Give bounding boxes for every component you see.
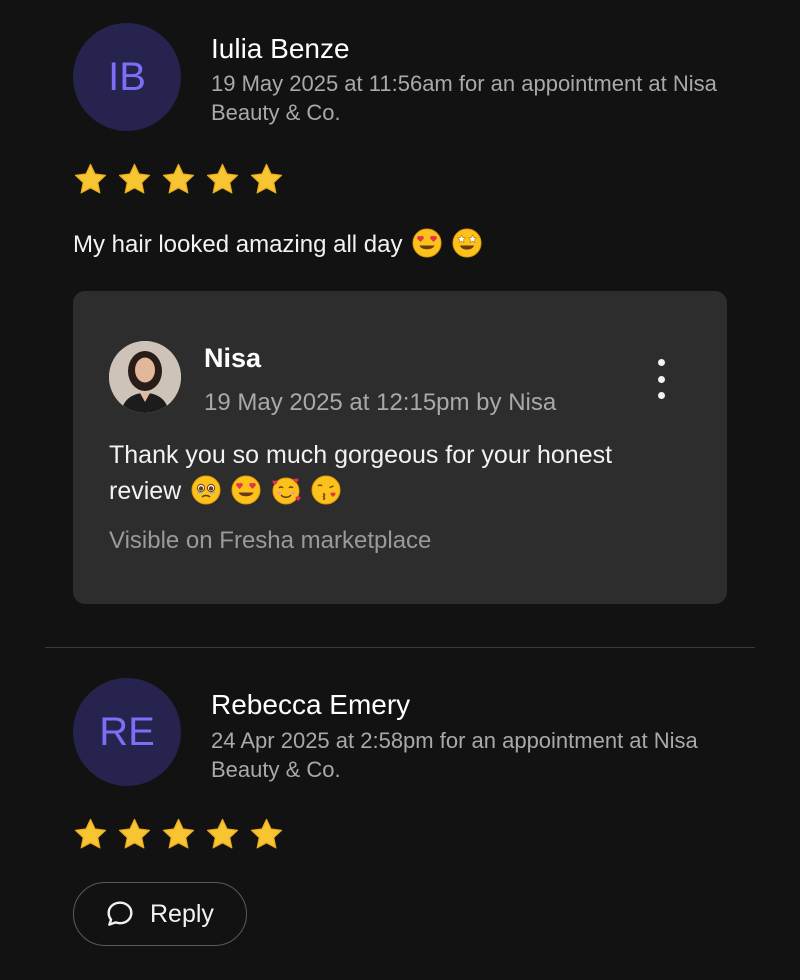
star-icon: [73, 817, 108, 852]
reviewer-name: Rebecca Emery: [211, 689, 411, 720]
avatar-initials: IB: [108, 54, 146, 99]
owner-avatar: [109, 341, 181, 413]
reviewer-name: Iulia Benze: [211, 33, 350, 64]
visibility-note: Visible on Fresha marketplace: [109, 527, 432, 554]
avatar: RE: [73, 678, 181, 786]
reply-button[interactable]: Reply: [73, 882, 247, 946]
review-body: My hair looked amazing all day: [73, 228, 482, 259]
heart-eyes-emoji: [231, 475, 261, 505]
more-vertical-icon: [657, 375, 665, 383]
heart-eyes-emoji: [412, 228, 442, 258]
face-blowing-kiss-emoji: [311, 475, 341, 505]
star-icon: [73, 162, 108, 197]
owner-reply-body: Thank you so much gorgeous for your hone…: [109, 437, 689, 509]
review-card: IB Iulia Benze 19 May 2025 at 11:56am fo…: [0, 0, 800, 640]
star-icon: [249, 817, 284, 852]
avatar-initials: RE: [99, 709, 155, 754]
owner-name: Nisa: [204, 343, 262, 373]
more-vertical-icon: [657, 359, 665, 366]
star-rating: [73, 817, 284, 852]
owner-reply-text: Thank you so much gorgeous for your hone…: [109, 441, 613, 505]
review-meta: 24 Apr 2025 at 2:58pm for an appointment…: [211, 728, 698, 782]
star-icon: [161, 817, 196, 852]
owner-photo: [109, 341, 181, 413]
star-icon: [205, 162, 240, 197]
star-icon: [249, 162, 284, 197]
review-meta: 19 May 2025 at 11:56am for an appointmen…: [211, 71, 717, 125]
more-vertical-icon: [657, 392, 665, 399]
owner-reply-meta: 19 May 2025 at 12:15pm by Nisa: [204, 389, 557, 416]
star-icon: [161, 162, 196, 197]
holding-back-tears-emoji: [191, 475, 221, 505]
star-icon: [117, 162, 152, 197]
star-icon: [117, 817, 152, 852]
review-text: My hair looked amazing all day: [73, 231, 403, 258]
chat-bubble-icon: [107, 901, 133, 926]
star-icon: [205, 817, 240, 852]
more-options-button[interactable]: [648, 359, 674, 399]
smiling-face-with-hearts-emoji: [272, 477, 301, 505]
reply-button-label: Reply: [150, 899, 214, 928]
star-struck-emoji: [452, 228, 482, 258]
star-rating: [73, 162, 284, 197]
avatar: IB: [73, 23, 181, 131]
owner-reply-card: Nisa 19 May 2025 at 12:15pm by Nisa Than…: [73, 291, 727, 604]
review-divider: [45, 647, 755, 648]
